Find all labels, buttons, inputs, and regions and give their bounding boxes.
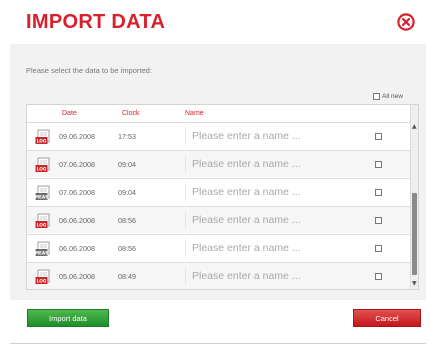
table-row[interactable]: MEAS 07.06.2008 09:04 Please enter a name .… xyxy=(27,178,418,205)
row-clock: 09:04 xyxy=(118,160,136,169)
row-date: 07.06.2008 xyxy=(59,160,95,169)
row-clock: 09:04 xyxy=(118,188,136,197)
all-new-checkbox[interactable] xyxy=(373,93,380,100)
all-new-label: All new xyxy=(382,93,403,100)
row-clock: 08:56 xyxy=(118,244,136,253)
svg-text:LOG: LOG xyxy=(37,139,47,144)
name-input[interactable]: Please enter a name ... xyxy=(185,155,355,173)
instruction-text: Please select the data to be imported: xyxy=(26,66,152,75)
row-clock: 08:49 xyxy=(118,272,136,281)
name-input[interactable]: Please enter a name ... xyxy=(185,183,355,201)
row-select-checkbox[interactable] xyxy=(375,245,382,252)
measurement-file-icon: MEAS xyxy=(35,185,50,200)
table-row[interactable]: LOG 05.06.2008 08:49 Please enter a name ..… xyxy=(27,262,418,289)
row-date: 05.06.2008 xyxy=(59,272,95,281)
table-row[interactable]: LOG 09.06.2008 17:53 Please enter a name ..… xyxy=(27,122,418,149)
import-data-button[interactable]: Import data xyxy=(27,309,109,327)
table-scrollbar[interactable]: ▲ ▼ xyxy=(410,105,418,289)
scroll-down-icon[interactable]: ▼ xyxy=(412,280,417,287)
scroll-thumb[interactable] xyxy=(412,193,417,275)
scroll-up-icon[interactable]: ▲ xyxy=(412,123,417,130)
column-header-name[interactable]: Name xyxy=(185,110,204,117)
row-date: 07.06.2008 xyxy=(59,188,95,197)
name-input[interactable]: Please enter a name ... xyxy=(185,239,355,257)
svg-text:LOG: LOG xyxy=(37,223,47,228)
data-table: Date Clock Name LOG 09.06.2008 17:53 Please… xyxy=(26,104,419,290)
table-row[interactable]: LOG 06.06.2008 08:56 Please enter a name ..… xyxy=(27,206,418,233)
row-select-checkbox[interactable] xyxy=(375,189,382,196)
table-row[interactable]: MEAS 06.06.2008 08:56 Please enter a name .… xyxy=(27,234,418,261)
svg-text:LOG: LOG xyxy=(37,167,47,172)
dialog-title: IMPORT DATA xyxy=(26,11,166,33)
name-input[interactable]: Please enter a name ... xyxy=(185,267,355,285)
column-header-date[interactable]: Date xyxy=(62,110,77,117)
svg-text:LOG: LOG xyxy=(37,279,47,284)
row-select-checkbox[interactable] xyxy=(375,273,382,280)
row-date: 09.06.2008 xyxy=(59,132,95,141)
svg-text:MEAS: MEAS xyxy=(35,251,48,256)
name-input[interactable]: Please enter a name ... xyxy=(185,127,355,145)
row-select-checkbox[interactable] xyxy=(375,217,382,224)
row-date: 06.06.2008 xyxy=(59,216,95,225)
table-header: Date Clock Name xyxy=(27,105,418,122)
log-file-icon: LOG xyxy=(35,129,50,144)
row-select-checkbox[interactable] xyxy=(375,133,382,140)
row-select-checkbox[interactable] xyxy=(375,161,382,168)
close-icon[interactable] xyxy=(397,13,415,31)
title-bar: IMPORT DATA xyxy=(10,0,426,44)
row-clock: 17:53 xyxy=(118,132,136,141)
svg-text:MEAS: MEAS xyxy=(35,195,48,200)
table-row[interactable]: LOG 07.06.2008 09:04 Please enter a name ..… xyxy=(27,150,418,177)
log-file-icon: LOG xyxy=(35,269,50,284)
name-input[interactable]: Please enter a name ... xyxy=(185,211,355,229)
all-new-toggle[interactable]: All new xyxy=(373,93,403,100)
log-file-icon: LOG xyxy=(35,213,50,228)
row-clock: 08:56 xyxy=(118,216,136,225)
measurement-file-icon: MEAS xyxy=(35,241,50,256)
row-date: 06.06.2008 xyxy=(59,244,95,253)
dialog-bottom-border xyxy=(10,343,426,344)
cancel-button[interactable]: Cancel xyxy=(353,309,421,327)
column-header-clock[interactable]: Clock xyxy=(122,110,140,117)
log-file-icon: LOG xyxy=(35,157,50,172)
